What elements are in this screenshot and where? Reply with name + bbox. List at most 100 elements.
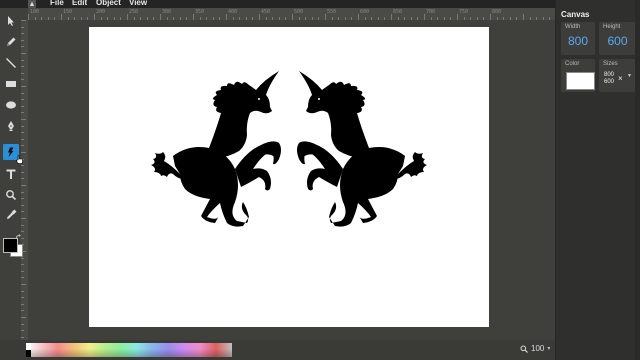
zoom-tool[interactable] xyxy=(3,187,19,203)
canvas-height-field[interactable]: Height 600 xyxy=(599,22,636,55)
line-tool[interactable] xyxy=(3,55,19,71)
select-tool[interactable] xyxy=(3,13,19,29)
ruler-tick xyxy=(21,125,24,127)
ruler-label: 300 xyxy=(162,9,172,15)
sizes-dropdown-icon[interactable]: ▼ xyxy=(627,73,632,79)
width-value[interactable]: 800 xyxy=(561,34,595,48)
ruler-tick xyxy=(21,191,24,193)
ruler-label: 650 xyxy=(393,9,403,15)
ruler-tick xyxy=(21,112,24,114)
ruler-tick xyxy=(21,297,24,299)
menu-edit[interactable]: Edit xyxy=(72,0,87,8)
ruler-tick xyxy=(21,310,24,312)
ruler-tick xyxy=(21,152,26,153)
menu-file[interactable]: File xyxy=(50,0,64,8)
pen-icon xyxy=(8,121,14,131)
canvas-color-swatch[interactable] xyxy=(566,72,595,90)
menu-bar: File Edit Object View xyxy=(0,0,555,8)
canvas-color-field[interactable]: Color xyxy=(561,59,595,92)
ruler-tick xyxy=(21,198,24,200)
ruler-tick xyxy=(21,92,24,94)
ruler-tick xyxy=(21,171,24,173)
palette-black-white[interactable] xyxy=(26,343,31,357)
foreground-color-swatch[interactable] xyxy=(3,238,18,253)
rectangle-icon xyxy=(6,81,16,87)
swap-colors-icon[interactable] xyxy=(15,234,21,240)
text-icon xyxy=(6,169,16,179)
rectangle-tool[interactable] xyxy=(3,76,19,92)
zoom-caret-icon[interactable]: ▾ xyxy=(547,345,550,352)
ruler-tick xyxy=(21,224,24,226)
ruler-label: 800 xyxy=(492,9,502,15)
ruler-tick xyxy=(21,317,26,318)
ruler-tick xyxy=(21,46,24,48)
ruler-tick xyxy=(21,99,24,101)
ruler-tick xyxy=(21,39,24,41)
ruler-label: 550 xyxy=(327,9,337,15)
ruler-tick xyxy=(21,303,24,305)
ruler-tick xyxy=(21,185,26,186)
ellipse-tool[interactable] xyxy=(3,97,19,113)
ruler-tick xyxy=(21,211,24,213)
zoom-control[interactable]: 100 ▾ xyxy=(520,344,550,353)
ruler-tick xyxy=(21,105,24,107)
sizes-separator: × xyxy=(618,74,623,83)
ruler-tick xyxy=(21,145,24,147)
zoom-level: 100 xyxy=(531,344,545,353)
color-label: Color xyxy=(565,61,580,67)
canvas-sizes-field[interactable]: Sizes 800 600 × ▼ xyxy=(599,59,636,92)
ruler-tick xyxy=(21,257,24,259)
select-icon xyxy=(8,16,14,26)
ruler-tick xyxy=(21,218,26,219)
panel-edge xyxy=(635,0,640,360)
pencil-tool[interactable] xyxy=(3,34,19,50)
unicorn-right[interactable] xyxy=(297,71,427,227)
menu-object[interactable]: Object xyxy=(96,0,121,8)
vertical-ruler xyxy=(21,20,28,340)
ruler-label: 450 xyxy=(261,9,271,15)
properties-panel: Canvas Width 800 Height 600 Color Sizes … xyxy=(555,0,640,360)
ruler-tick xyxy=(21,79,24,81)
app-logo-icon[interactable] xyxy=(28,0,36,8)
ruler-tick xyxy=(21,119,26,120)
ruler-label: 150 xyxy=(63,9,73,15)
ruler-label: 350 xyxy=(195,9,205,15)
sizes-preset[interactable]: 800 600 xyxy=(604,72,614,86)
ruler-tick xyxy=(21,277,24,279)
unicorn-artwork[interactable] xyxy=(89,27,489,327)
ruler-tick xyxy=(21,284,26,285)
ruler-tick xyxy=(21,20,26,21)
height-value[interactable]: 600 xyxy=(599,34,636,48)
ruler-tick xyxy=(21,330,24,332)
color-palette[interactable] xyxy=(26,343,232,357)
ruler-label: 250 xyxy=(129,9,139,15)
document-canvas[interactable] xyxy=(89,27,489,327)
menu-view[interactable]: View xyxy=(129,0,147,8)
sizes-height: 600 xyxy=(604,79,615,85)
hand-cursor-icon xyxy=(16,155,23,164)
ruler-tick xyxy=(21,336,24,338)
ellipse-icon xyxy=(6,101,16,109)
ruler-label: 700 xyxy=(426,9,436,15)
ruler-label: 750 xyxy=(459,9,469,15)
text-tool[interactable] xyxy=(3,166,19,182)
ruler-tick xyxy=(21,323,24,325)
ruler-tick xyxy=(21,165,24,167)
eyedropper-icon xyxy=(7,209,17,219)
pencil-icon xyxy=(7,37,16,46)
ruler-tick xyxy=(21,26,24,28)
zoom-magnifier-icon xyxy=(520,345,528,353)
ruler-tick xyxy=(21,138,24,140)
height-label: Height xyxy=(603,24,621,30)
ruler-tick xyxy=(21,59,24,61)
ruler-label: 100 xyxy=(30,9,40,15)
eyedropper-tool[interactable] xyxy=(3,207,19,223)
ruler-tick xyxy=(21,237,24,239)
pen-tool[interactable] xyxy=(3,118,19,134)
ruler-label: 500 xyxy=(294,9,304,15)
unicorn-left[interactable] xyxy=(151,71,281,227)
ruler-tick xyxy=(21,270,24,272)
sizes-width: 800 xyxy=(604,72,615,78)
horizontal-ruler: 100 150 200 250 300 350 400 450 500 550 600 650 700 7… xyxy=(28,8,555,20)
canvas-width-field[interactable]: Width 800 xyxy=(561,22,595,55)
